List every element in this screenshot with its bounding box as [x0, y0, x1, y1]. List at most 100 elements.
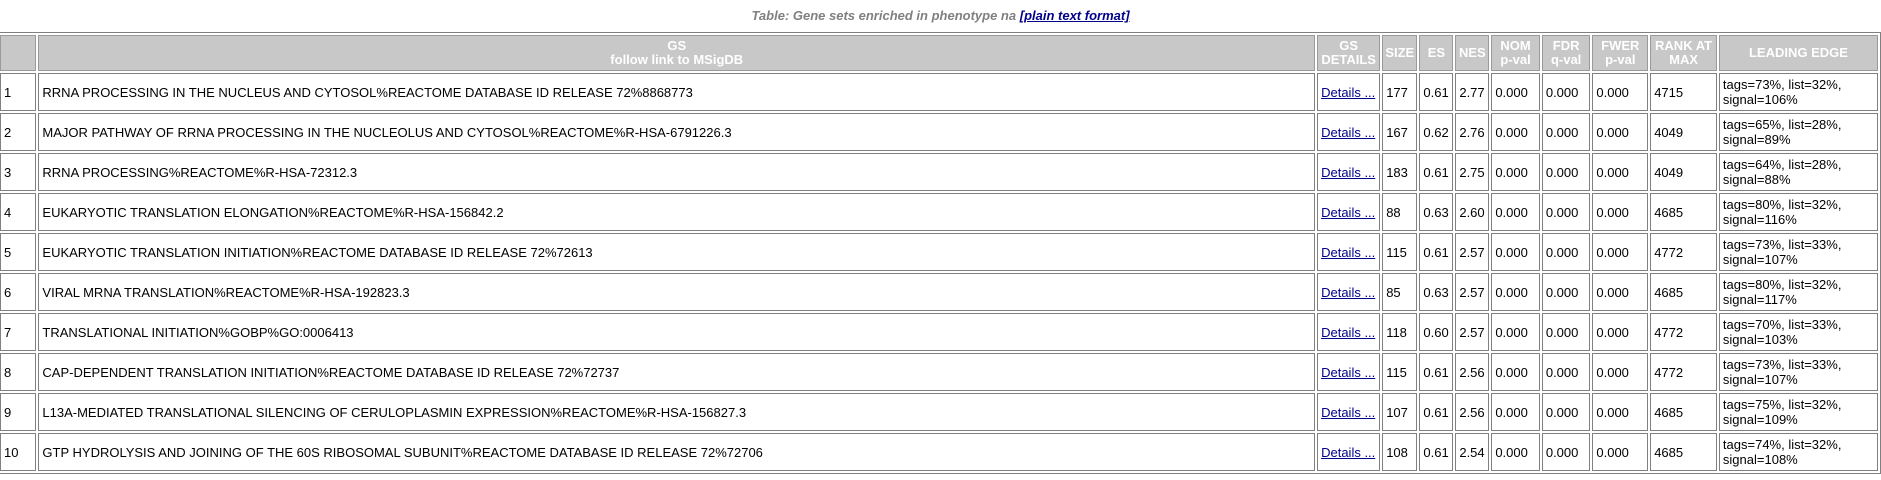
details-cell: Details ... — [1317, 273, 1381, 311]
details-link[interactable]: Details ... — [1321, 205, 1375, 220]
es-cell: 0.63 — [1419, 193, 1454, 231]
table-row: 7 TRANSLATIONAL INITIATION%GOBP%GO:000641… — [0, 313, 1878, 351]
rank-at-max-cell: 4772 — [1650, 233, 1717, 271]
fdr-qval-cell: 0.000 — [1541, 313, 1591, 351]
leading-edge-cell: tags=65%, list=28%, signal=89% — [1718, 113, 1878, 151]
nom-pval-cell: 0.000 — [1491, 313, 1540, 351]
gene-set-name: TRANSLATIONAL INITIATION%GOBP%GO:0006413 — [38, 313, 1316, 351]
header-fwer-line1: FWER — [1601, 38, 1640, 53]
fwer-pval-cell: 0.000 — [1592, 433, 1649, 471]
es-cell: 0.61 — [1419, 433, 1454, 471]
nom-pval-cell: 0.000 — [1491, 393, 1540, 431]
leading-edge-cell: tags=74%, list=32%, signal=108% — [1718, 433, 1878, 471]
header-details-line2: DETAILS — [1321, 52, 1376, 67]
es-cell: 0.62 — [1419, 113, 1454, 151]
nes-cell: 2.76 — [1455, 113, 1490, 151]
header-fdr-line2: q-val — [1550, 52, 1582, 67]
table-caption: Table: Gene sets enriched in phenotype n… — [0, 0, 1881, 32]
rank-at-max-cell: 4049 — [1650, 153, 1717, 191]
header-row: GS follow link to MSigDB GS DETAILS SIZE… — [0, 35, 1878, 71]
nom-pval-cell: 0.000 — [1491, 353, 1540, 391]
table-row: 6 VIRAL MRNA TRANSLATION%REACTOME%R-HSA-1… — [0, 273, 1878, 311]
row-index: 2 — [0, 113, 37, 151]
header-size: SIZE — [1382, 35, 1418, 71]
fdr-qval-cell: 0.000 — [1541, 273, 1591, 311]
table-row: 4 EUKARYOTIC TRANSLATION ELONGATION%REACT… — [0, 193, 1878, 231]
fdr-qval-cell: 0.000 — [1541, 233, 1591, 271]
leading-edge-cell: tags=70%, list=33%, signal=103% — [1718, 313, 1878, 351]
nes-cell: 2.75 — [1455, 153, 1490, 191]
es-cell: 0.60 — [1419, 313, 1454, 351]
rank-at-max-cell: 4772 — [1650, 313, 1717, 351]
rank-at-max-cell: 4685 — [1650, 193, 1717, 231]
header-gs-details: GS DETAILS — [1317, 35, 1381, 71]
size-cell: 183 — [1382, 153, 1418, 191]
details-link[interactable]: Details ... — [1321, 285, 1375, 300]
details-link[interactable]: Details ... — [1321, 405, 1375, 420]
leading-edge-cell: tags=64%, list=28%, signal=88% — [1718, 153, 1878, 191]
row-index: 6 — [0, 273, 37, 311]
gene-set-name: RRNA PROCESSING IN THE NUCLEUS AND CYTOS… — [38, 73, 1316, 111]
header-details-line1: GS — [1339, 38, 1359, 53]
details-cell: Details ... — [1317, 353, 1381, 391]
row-index: 8 — [0, 353, 37, 391]
gene-set-name: VIRAL MRNA TRANSLATION%REACTOME%R-HSA-19… — [38, 273, 1316, 311]
details-link[interactable]: Details ... — [1321, 85, 1375, 100]
fdr-qval-cell: 0.000 — [1541, 113, 1591, 151]
table-row: 10 GTP HYDROLYSIS AND JOINING OF THE 60S … — [0, 433, 1878, 471]
fwer-pval-cell: 0.000 — [1592, 273, 1649, 311]
rank-at-max-cell: 4715 — [1650, 73, 1717, 111]
leading-edge-cell: tags=73%, list=32%, signal=106% — [1718, 73, 1878, 111]
leading-edge-cell: tags=75%, list=32%, signal=109% — [1718, 393, 1878, 431]
nes-cell: 2.57 — [1455, 233, 1490, 271]
fwer-pval-cell: 0.000 — [1592, 233, 1649, 271]
row-index: 3 — [0, 153, 37, 191]
fwer-pval-cell: 0.000 — [1592, 313, 1649, 351]
es-cell: 0.61 — [1419, 153, 1454, 191]
es-cell: 0.61 — [1419, 73, 1454, 111]
rank-at-max-cell: 4685 — [1650, 273, 1717, 311]
gene-set-name: GTP HYDROLYSIS AND JOINING OF THE 60S RI… — [38, 433, 1316, 471]
table-row: 3 RRNA PROCESSING%REACTOME%R-HSA-72312.3 D… — [0, 153, 1878, 191]
gene-set-name: EUKARYOTIC TRANSLATION ELONGATION%REACTO… — [38, 193, 1316, 231]
gene-set-name: RRNA PROCESSING%REACTOME%R-HSA-72312.3 — [38, 153, 1316, 191]
details-link[interactable]: Details ... — [1321, 445, 1375, 460]
leading-edge-cell: tags=73%, list=33%, signal=107% — [1718, 233, 1878, 271]
header-es: ES — [1419, 35, 1454, 71]
details-link[interactable]: Details ... — [1321, 125, 1375, 140]
rank-at-max-cell: 4685 — [1650, 433, 1717, 471]
table-row: 8 CAP-DEPENDENT TRANSLATION INITIATION%RE… — [0, 353, 1878, 391]
nes-cell: 2.57 — [1455, 313, 1490, 351]
header-index — [0, 35, 37, 71]
header-rank-at-max: RANK AT MAX — [1650, 35, 1717, 71]
header-rank-line1: RANK AT — [1655, 38, 1713, 53]
details-link[interactable]: Details ... — [1321, 365, 1375, 380]
fdr-qval-cell: 0.000 — [1541, 193, 1591, 231]
details-link[interactable]: Details ... — [1321, 325, 1375, 340]
size-cell: 118 — [1382, 313, 1418, 351]
header-nom-line1: NOM — [1500, 38, 1531, 53]
plain-text-format-link[interactable]: [plain text format] — [1020, 8, 1130, 23]
details-link[interactable]: Details ... — [1321, 245, 1375, 260]
nes-cell: 2.54 — [1455, 433, 1490, 471]
nes-cell: 2.56 — [1455, 393, 1490, 431]
caption-text: Table: Gene sets enriched in phenotype n… — [751, 8, 1017, 23]
header-nom-line2: p-val — [1500, 52, 1531, 67]
size-cell: 107 — [1382, 393, 1418, 431]
details-cell: Details ... — [1317, 73, 1381, 111]
fdr-qval-cell: 0.000 — [1541, 73, 1591, 111]
size-cell: 88 — [1382, 193, 1418, 231]
fwer-pval-cell: 0.000 — [1592, 193, 1649, 231]
size-cell: 115 — [1382, 233, 1418, 271]
table-row: 2 MAJOR PATHWAY OF RRNA PROCESSING IN THE… — [0, 113, 1878, 151]
table-row: 9 L13A-MEDIATED TRANSLATIONAL SILENCING O… — [0, 393, 1878, 431]
nom-pval-cell: 0.000 — [1491, 233, 1540, 271]
header-rank-line2: MAX — [1669, 52, 1698, 67]
nes-cell: 2.60 — [1455, 193, 1490, 231]
nes-cell: 2.56 — [1455, 353, 1490, 391]
header-leading-edge: LEADING EDGE — [1718, 35, 1878, 71]
leading-edge-cell: tags=80%, list=32%, signal=117% — [1718, 273, 1878, 311]
rank-at-max-cell: 4049 — [1650, 113, 1717, 151]
details-link[interactable]: Details ... — [1321, 165, 1375, 180]
rank-at-max-cell: 4772 — [1650, 353, 1717, 391]
